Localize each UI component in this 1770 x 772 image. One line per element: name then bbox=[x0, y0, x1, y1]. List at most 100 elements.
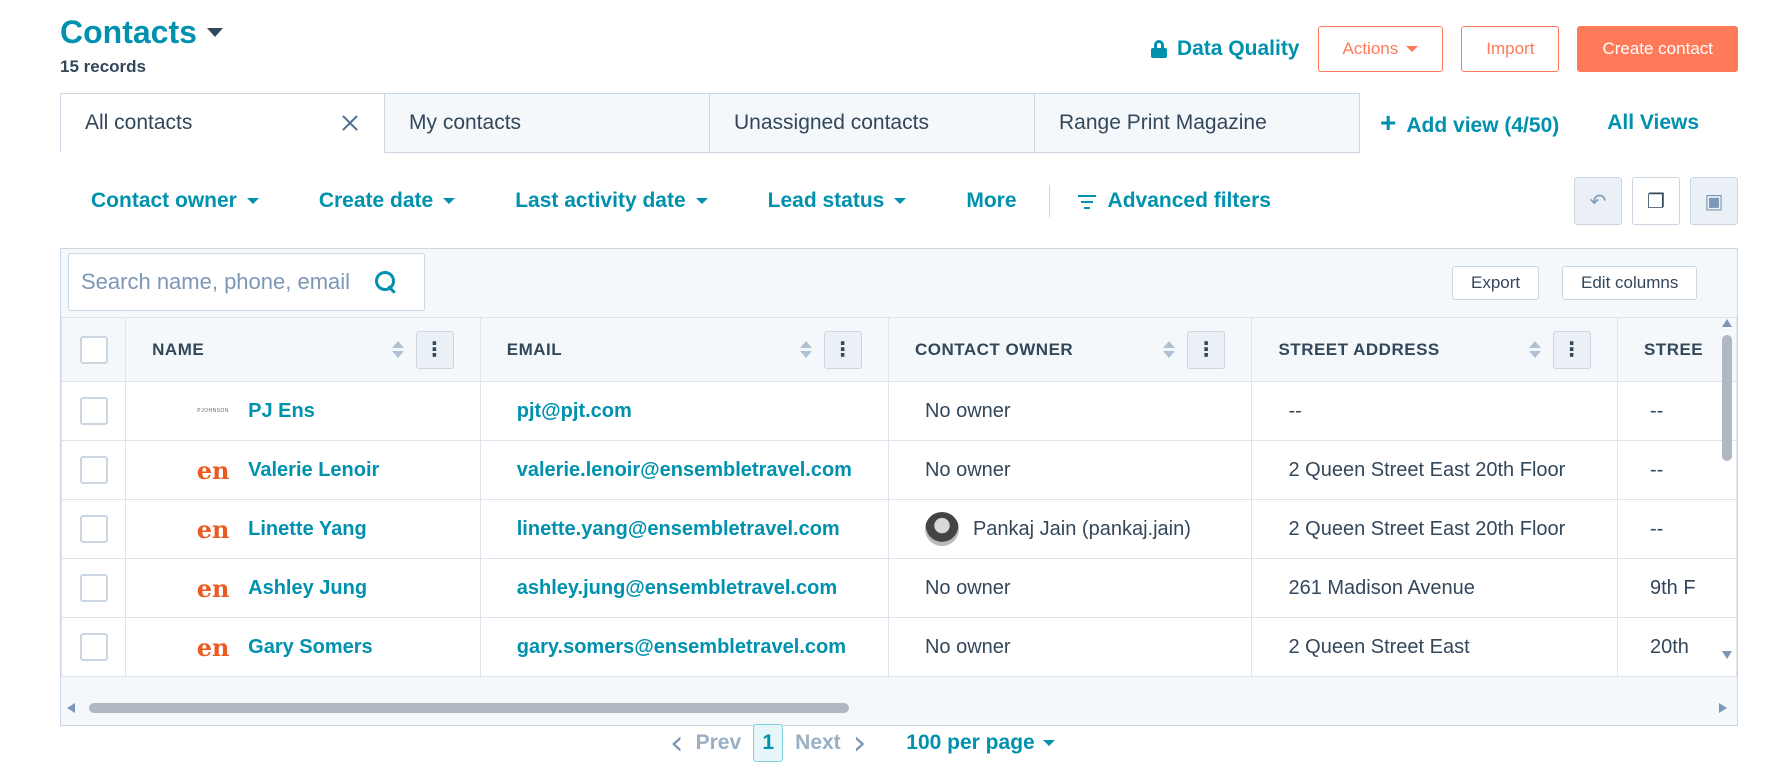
table-row[interactable]: en Gary Somers gary.somers@ensembletravel… bbox=[61, 617, 1737, 677]
tab-my-contacts[interactable]: My contacts bbox=[385, 93, 710, 153]
street-cell[interactable]: 2 Queen Street East bbox=[1251, 617, 1618, 677]
filter-lead-status[interactable]: Lead status bbox=[768, 189, 907, 213]
contact-name-link[interactable]: Valerie Lenoir bbox=[248, 459, 379, 482]
name-cell: en Linette Yang bbox=[125, 499, 481, 559]
street2-cell[interactable]: -- bbox=[1616, 381, 1737, 441]
kebab-menu-icon[interactable]: ⋮ bbox=[415, 330, 454, 369]
row-checkbox[interactable] bbox=[79, 397, 108, 425]
filter-more[interactable]: More bbox=[966, 189, 1016, 213]
column-header-street-address[interactable]: STREET ADDRESS ⋮ bbox=[1251, 317, 1618, 382]
scroll-left-icon[interactable] bbox=[67, 703, 75, 713]
kebab-menu-icon[interactable]: ⋮ bbox=[1552, 330, 1591, 369]
email-cell: ashley.jung@ensembletravel.com bbox=[479, 558, 889, 618]
street-cell[interactable]: 2 Queen Street East 20th Floor bbox=[1251, 499, 1618, 559]
email-link[interactable]: linette.yang@ensembletravel.com bbox=[517, 518, 840, 540]
tab-range-print-magazine[interactable]: Range Print Magazine bbox=[1035, 93, 1360, 153]
scroll-thumb[interactable] bbox=[89, 703, 849, 713]
table-row[interactable]: PJOHNSON PJ Ens pjt@pjt.com No owner -- -… bbox=[61, 381, 1737, 441]
data-quality-link[interactable]: Data Quality bbox=[1150, 37, 1300, 61]
street2-cell[interactable]: 20th bbox=[1616, 617, 1737, 677]
column-header-street-2[interactable]: STREE bbox=[1616, 317, 1737, 382]
street-cell[interactable]: 2 Queen Street East 20th Floor bbox=[1251, 440, 1618, 500]
scroll-thumb[interactable] bbox=[1722, 335, 1732, 461]
add-view-link[interactable]: + Add view (4/50) bbox=[1380, 107, 1559, 139]
all-views-link[interactable]: All Views bbox=[1607, 111, 1699, 135]
scroll-up-icon[interactable] bbox=[1722, 319, 1732, 327]
edit-columns-button[interactable]: Edit columns bbox=[1562, 266, 1698, 300]
kebab-menu-icon[interactable]: ⋮ bbox=[823, 330, 862, 369]
lock-icon bbox=[1150, 40, 1167, 58]
page-number[interactable]: 1 bbox=[753, 724, 784, 762]
owner-cell[interactable]: No owner bbox=[887, 617, 1253, 677]
sort-icon[interactable] bbox=[1528, 341, 1541, 358]
actions-button[interactable]: Actions bbox=[1317, 26, 1444, 72]
contact-name-link[interactable]: Linette Yang bbox=[248, 518, 367, 541]
owner-cell[interactable]: No owner bbox=[887, 558, 1253, 618]
table-row[interactable]: en Valerie Lenoir valerie.lenoir@ensemble… bbox=[61, 440, 1737, 500]
chevron-down-icon[interactable] bbox=[206, 28, 223, 37]
email-link[interactable]: ashley.jung@ensembletravel.com bbox=[517, 577, 837, 599]
email-link[interactable]: pjt@pjt.com bbox=[517, 400, 632, 422]
filter-last-activity-date[interactable]: Last activity date bbox=[515, 189, 708, 213]
chevron-left-icon[interactable]: ‹ bbox=[670, 723, 684, 763]
create-contact-button[interactable]: Create contact bbox=[1577, 26, 1738, 72]
tab-unassigned-contacts[interactable]: Unassigned contacts bbox=[710, 93, 1035, 153]
horizontal-scrollbar[interactable] bbox=[67, 701, 1727, 715]
copy-icon[interactable]: ❐ bbox=[1632, 177, 1680, 225]
owner-cell[interactable]: No owner bbox=[887, 381, 1253, 441]
contact-name-link[interactable]: Ashley Jung bbox=[248, 577, 367, 600]
per-page-dropdown[interactable]: 100 per page bbox=[906, 731, 1055, 755]
column-header-email[interactable]: EMAIL ⋮ bbox=[479, 317, 889, 382]
owner-cell[interactable]: Pankaj Jain (pankaj.jain) bbox=[887, 499, 1253, 559]
search-input[interactable] bbox=[81, 269, 361, 295]
column-header-contact-owner[interactable]: CONTACT OWNER ⋮ bbox=[887, 317, 1253, 382]
scroll-right-icon[interactable] bbox=[1719, 703, 1727, 713]
email-cell: pjt@pjt.com bbox=[479, 381, 889, 441]
table-row[interactable]: en Ashley Jung ashley.jung@ensembletravel… bbox=[61, 558, 1737, 618]
tab-label: All contacts bbox=[85, 111, 193, 134]
column-header-name[interactable]: NAME ⋮ bbox=[125, 317, 481, 382]
row-checkbox[interactable] bbox=[79, 633, 108, 661]
close-icon[interactable] bbox=[340, 113, 360, 133]
street-cell[interactable]: -- bbox=[1251, 381, 1618, 441]
street2-cell[interactable]: -- bbox=[1616, 440, 1737, 500]
next-button[interactable]: Next bbox=[795, 731, 841, 755]
title-dropdown[interactable]: Contacts bbox=[60, 14, 223, 51]
owner-cell[interactable]: No owner bbox=[887, 440, 1253, 500]
caret-down-icon bbox=[443, 198, 456, 204]
street2-cell[interactable]: 9th F bbox=[1616, 558, 1737, 618]
street-cell[interactable]: 261 Madison Avenue bbox=[1251, 558, 1618, 618]
row-checkbox[interactable] bbox=[79, 574, 108, 602]
street2-cell[interactable]: -- bbox=[1616, 499, 1737, 559]
advanced-filters-button[interactable]: Advanced filters bbox=[1077, 189, 1271, 213]
sort-icon[interactable] bbox=[1163, 341, 1176, 358]
export-button[interactable]: Export bbox=[1452, 266, 1540, 300]
search-icon[interactable] bbox=[375, 271, 397, 293]
page-title[interactable]: Contacts bbox=[60, 14, 197, 51]
row-checkbox[interactable] bbox=[79, 456, 108, 484]
scroll-down-icon[interactable] bbox=[1722, 651, 1732, 659]
save-icon[interactable]: ▣ bbox=[1690, 177, 1738, 225]
contact-name-link[interactable]: Gary Somers bbox=[248, 636, 373, 659]
plus-icon: + bbox=[1380, 107, 1397, 138]
caret-down-icon bbox=[1042, 740, 1055, 746]
select-all-checkbox[interactable] bbox=[79, 335, 108, 364]
sort-icon[interactable] bbox=[391, 341, 404, 358]
row-checkbox[interactable] bbox=[79, 515, 108, 543]
filter-contact-owner[interactable]: Contact owner bbox=[91, 189, 259, 213]
tab-all-contacts[interactable]: All contacts bbox=[60, 93, 385, 153]
prev-button[interactable]: Prev bbox=[696, 731, 742, 755]
email-link[interactable]: valerie.lenoir@ensembletravel.com bbox=[517, 459, 852, 481]
vertical-scrollbar[interactable] bbox=[1721, 319, 1733, 659]
company-logo: en bbox=[196, 632, 230, 662]
table-row[interactable]: en Linette Yang linette.yang@ensembletrav… bbox=[61, 499, 1737, 559]
contact-name-link[interactable]: PJ Ens bbox=[248, 400, 315, 423]
filter-create-date[interactable]: Create date bbox=[319, 189, 456, 213]
import-button[interactable]: Import bbox=[1461, 26, 1560, 72]
kebab-menu-icon[interactable]: ⋮ bbox=[1187, 330, 1226, 369]
chevron-right-icon[interactable]: › bbox=[853, 723, 867, 763]
sort-icon[interactable] bbox=[799, 341, 812, 358]
search-field[interactable] bbox=[68, 253, 425, 311]
email-link[interactable]: gary.somers@ensembletravel.com bbox=[517, 636, 846, 658]
undo-icon[interactable]: ↶ bbox=[1574, 177, 1622, 225]
